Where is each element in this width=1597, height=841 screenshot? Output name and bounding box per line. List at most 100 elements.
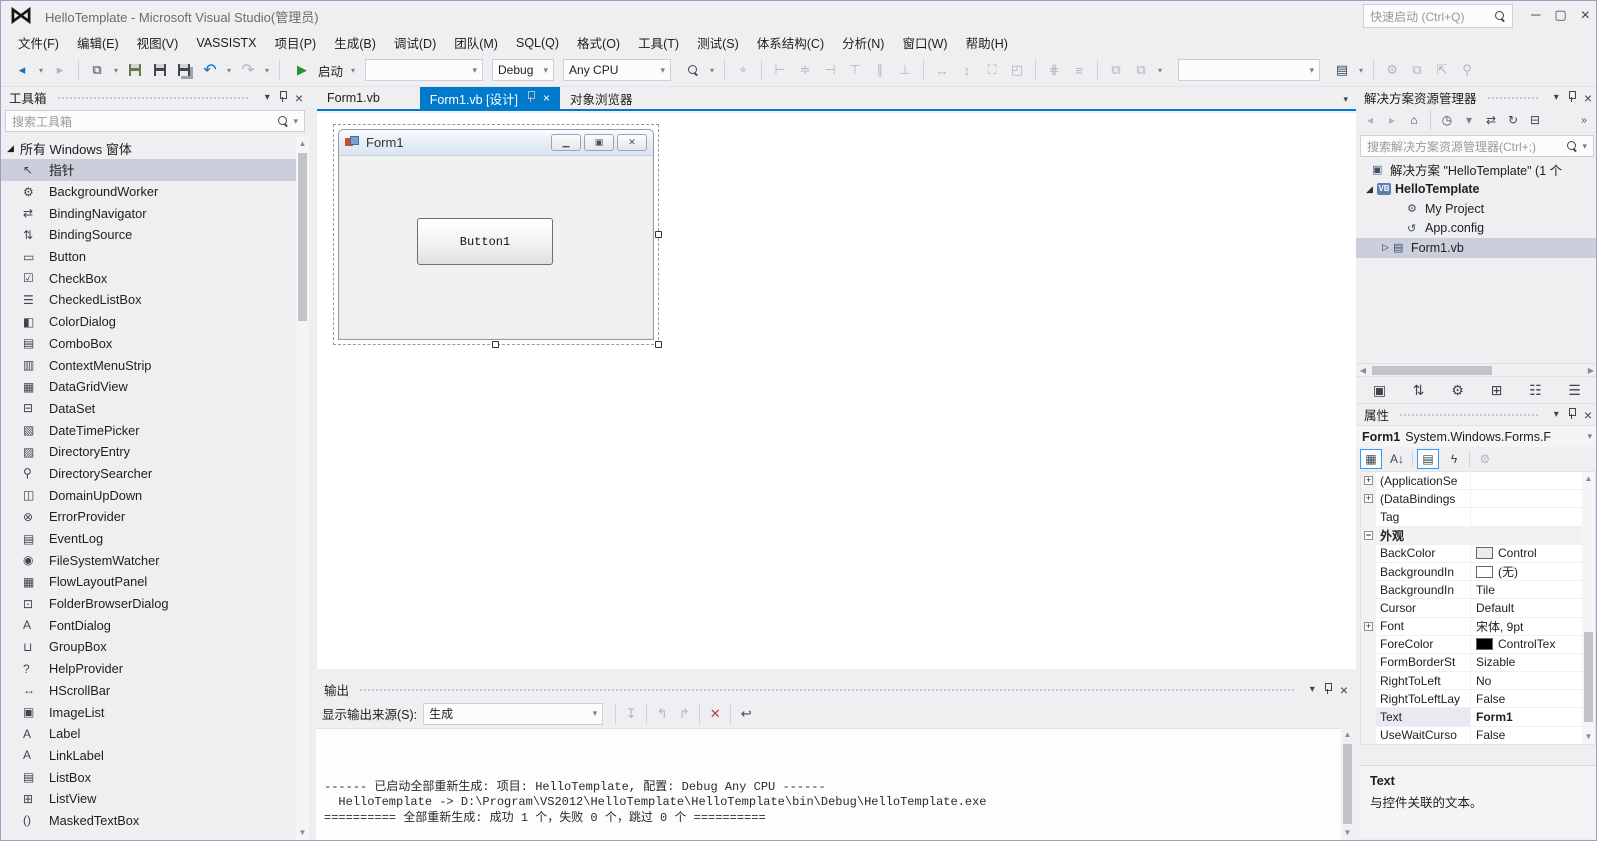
toolbox-item[interactable]: ☑ CheckBox <box>1 267 296 289</box>
scrollbar-thumb[interactable] <box>1343 744 1352 824</box>
toolbox-item[interactable]: ◫ DomainUpDown <box>1 484 296 506</box>
menu-item[interactable]: 文件(F) <box>9 30 68 55</box>
size-to-grid-button[interactable]: ◰ <box>1006 59 1028 81</box>
new-file-dropdown[interactable]: ▾ <box>111 59 121 81</box>
resize-handle-bottom[interactable] <box>492 341 499 348</box>
solution-explorer-pin-icon[interactable] <box>1567 90 1576 105</box>
toolbox-group-all-windows-forms[interactable]: ◢ 所有 Windows 窗体 <box>1 137 296 159</box>
property-row[interactable]: FormBorderSt Sizable <box>1361 653 1582 673</box>
toolbox-item[interactable]: ☰ CheckedListBox <box>1 289 296 311</box>
se-forward-button[interactable]: ▸ <box>1382 110 1402 130</box>
menu-item[interactable]: 团队(M) <box>445 30 507 55</box>
property-value[interactable]: False <box>1471 692 1582 706</box>
se-home-button[interactable]: ⌂ <box>1404 110 1424 130</box>
output-scrollbar[interactable]: ▲ ▼ <box>1341 728 1354 840</box>
toolbox-item[interactable]: ▥ ContextMenuStrip <box>1 354 296 376</box>
property-value[interactable]: Default <box>1471 601 1582 615</box>
toolbox-item[interactable]: ⊞ ListView <box>1 788 296 810</box>
team-explorer-tab-icon[interactable]: ☷ <box>1525 379 1547 401</box>
property-value[interactable]: Sizable <box>1471 655 1582 669</box>
extension-button-1[interactable]: ⧉ <box>1406 59 1428 81</box>
property-pages-button[interactable]: ⚙ <box>1474 449 1496 469</box>
send-to-back-button[interactable]: ⧉ <box>1130 59 1152 81</box>
tab-form1-design[interactable]: Form1.vb [设计] × <box>419 87 561 109</box>
align-to-grid-button[interactable]: ⌖ <box>732 59 754 81</box>
menu-item[interactable]: 帮助(H) <box>957 30 1017 55</box>
navigate-back-button[interactable]: ◂ <box>11 59 33 81</box>
properties-close-icon[interactable]: × <box>1584 408 1592 422</box>
align-rights-button[interactable]: ⊣ <box>819 59 841 81</box>
undo-button[interactable]: ↶ <box>199 59 221 81</box>
toolbox-pin-icon[interactable] <box>278 90 287 105</box>
scroll-down-icon[interactable]: ▼ <box>1341 826 1354 840</box>
align-tops-button[interactable]: ⊤ <box>844 59 866 81</box>
menu-item[interactable]: 工具(T) <box>629 30 688 55</box>
tree-row[interactable]: ⚙ My Project <box>1356 199 1596 219</box>
scroll-left-icon[interactable]: ◀ <box>1356 364 1370 377</box>
save-button[interactable] <box>149 59 171 81</box>
property-value[interactable]: Form1 <box>1471 710 1582 724</box>
menu-item[interactable]: 生成(B) <box>325 30 385 55</box>
property-row[interactable]: ForeColor ControlTex <box>1361 635 1582 654</box>
new-file-button[interactable]: ⧉ <box>86 59 108 81</box>
toolbox-item[interactable]: A LinkLabel <box>1 745 296 767</box>
toolbox-item[interactable]: ? HelpProvider <box>1 658 296 680</box>
solution-explorer-hscrollbar[interactable]: ◀ ▶ <box>1356 363 1596 377</box>
properties-scrollbar[interactable]: ▲ ▼ <box>1582 472 1595 744</box>
property-row[interactable]: − 外观 <box>1361 526 1582 545</box>
designer-canvas[interactable]: Form1 ▁ ▣ ✕ Button1 <box>317 113 1356 669</box>
se-toolbar-overflow[interactable]: » <box>1574 110 1594 130</box>
previous-message-button[interactable]: ↰ <box>651 703 673 725</box>
extension-button-3[interactable]: ⚲ <box>1456 59 1478 81</box>
start-debug-button[interactable]: ▶ 启动 ▾ <box>287 59 362 81</box>
toolbox-item[interactable]: ↔ HScrollBar <box>1 680 296 702</box>
properties-object-combobox[interactable]: Form1 System.Windows.Forms.F ▾ <box>1356 425 1596 447</box>
toolbox-window-menu-icon[interactable]: ▾ <box>265 92 270 103</box>
output-pin-icon[interactable] <box>1323 682 1332 697</box>
restore-button[interactable]: ▢ <box>1554 7 1566 25</box>
toolbox-item[interactable]: A FontDialog <box>1 614 296 636</box>
output-header[interactable]: 输出 ▾ × <box>316 679 1354 700</box>
toolbox-item[interactable]: ◧ ColorDialog <box>1 311 296 333</box>
extension-button-2[interactable]: ⇱ <box>1431 59 1453 81</box>
property-row[interactable]: UseWaitCurso False <box>1361 726 1582 744</box>
property-row[interactable]: Tag <box>1361 508 1582 527</box>
alphabetical-button[interactable]: A↓ <box>1386 449 1408 469</box>
categorized-button[interactable]: ▦ <box>1360 449 1382 469</box>
output-window-menu-icon[interactable]: ▾ <box>1310 684 1315 695</box>
output-source-combobox[interactable]: 生成 ▾ <box>423 702 604 725</box>
redo-button[interactable]: ↷ <box>237 59 259 81</box>
toolbox-item[interactable]: ▧ DateTimePicker <box>1 419 296 441</box>
output-content[interactable]: ------ 已启动全部重新生成: 项目: HelloTemplate, 配置:… <box>316 728 1354 840</box>
tab-close-icon[interactable]: × <box>543 91 550 105</box>
toolbox-item[interactable]: ⇅ BindingSource <box>1 224 296 246</box>
toolbox-scrollbar[interactable]: ▲ ▼ <box>296 137 309 840</box>
properties-window-menu-icon[interactable]: ▾ <box>1554 409 1559 420</box>
redo-dropdown[interactable]: ▾ <box>262 59 272 81</box>
tree-expander-icon[interactable]: ◢ <box>1366 184 1377 195</box>
tab-pin-icon[interactable] <box>526 91 536 105</box>
solution-configuration-combobox[interactable]: Debug ▾ <box>492 59 555 81</box>
toolbox-item[interactable]: ⊟ DataSet <box>1 398 296 420</box>
scroll-up-icon[interactable]: ▲ <box>296 137 309 151</box>
next-message-button[interactable]: ↱ <box>673 703 695 725</box>
toolbox-search-input[interactable]: 搜索工具箱 ▾ <box>5 110 305 132</box>
se-pending-changes-button[interactable]: ◷ <box>1437 110 1457 130</box>
menu-item[interactable]: 编辑(E) <box>68 30 128 55</box>
close-button[interactable]: × <box>1581 7 1590 25</box>
tab-list-dropdown[interactable]: ▾ <box>1343 94 1356 109</box>
solution-explorer-search-input[interactable]: 搜索解决方案资源管理器(Ctrl+;) ▾ <box>1360 135 1594 157</box>
layout-overflow-dropdown[interactable]: ▾ <box>1155 59 1165 81</box>
scroll-down-icon[interactable]: ▼ <box>1582 730 1595 744</box>
designed-form[interactable]: Form1 ▁ ▣ ✕ Button1 <box>338 129 654 340</box>
property-row[interactable]: BackgroundIn (无) <box>1361 562 1582 582</box>
property-value[interactable]: No <box>1471 674 1582 688</box>
property-value[interactable]: Tile <box>1471 583 1582 597</box>
property-row[interactable]: RightToLeft No <box>1361 672 1582 691</box>
designed-form-client[interactable]: Button1 <box>339 156 653 339</box>
git-changes-tab-icon[interactable]: ⇅ <box>1408 379 1430 401</box>
tree-row[interactable]: ▣ 解决方案 "HelloTemplate" (1 个 <box>1356 160 1596 180</box>
se-sync-with-active-document-button[interactable]: ⇄ <box>1481 110 1501 130</box>
toolbox-item[interactable]: ⊗ ErrorProvider <box>1 506 296 528</box>
expander-icon[interactable]: − <box>1364 530 1373 540</box>
